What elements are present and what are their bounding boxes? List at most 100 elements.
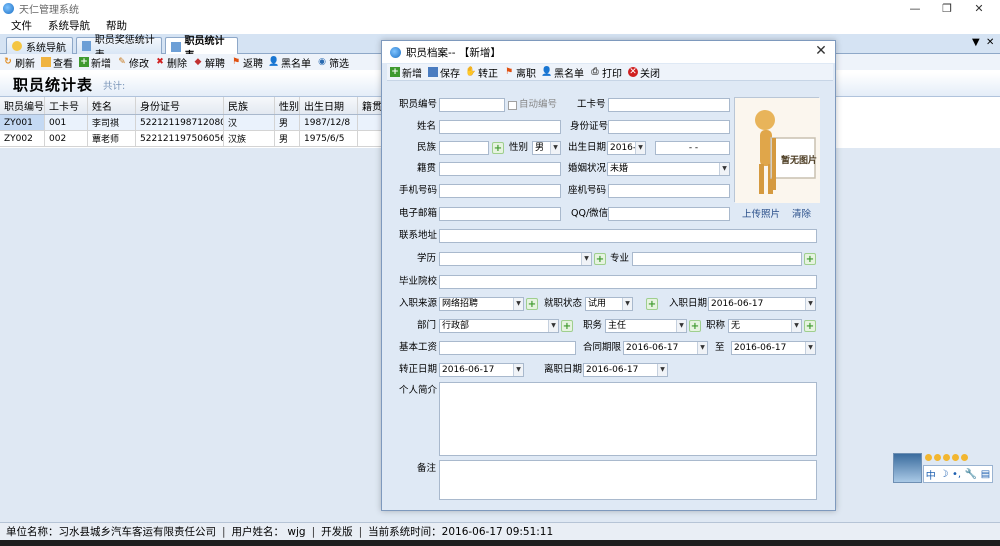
column-header[interactable]: 姓名 bbox=[88, 97, 136, 114]
photo-frame[interactable]: 暂无图片 bbox=[734, 97, 820, 203]
clear-photo-link[interactable]: 清除 bbox=[792, 206, 811, 220]
dialog-save-button[interactable]: 保存 bbox=[425, 64, 463, 80]
school-input[interactable] bbox=[439, 275, 817, 289]
dialog-add-button[interactable]: + 新增 bbox=[387, 64, 425, 80]
source-select[interactable]: 网络招聘 ▼ bbox=[439, 297, 524, 311]
profile-textarea[interactable] bbox=[439, 382, 817, 456]
grid-header: 职员编号 工卡号 姓名 身份证号 民族 性别 出生日期 籍贯 bbox=[0, 97, 382, 115]
restore-icon[interactable]: ❐ bbox=[932, 0, 962, 16]
tab-system-navigation[interactable]: 系统导航 bbox=[6, 37, 73, 54]
column-header[interactable]: 籍贯 bbox=[358, 97, 382, 114]
add-dept-icon[interactable]: + bbox=[561, 320, 573, 332]
education-select[interactable]: ▼ bbox=[439, 252, 592, 266]
edit-button[interactable]: ✎ 修改 bbox=[114, 54, 152, 70]
dialog-close-icon[interactable]: ✕ bbox=[813, 43, 829, 59]
label-auto-no: 自动编号 bbox=[519, 99, 558, 110]
ime-language[interactable]: 中 bbox=[926, 467, 936, 482]
tab-dropdown-icon[interactable]: ▼ bbox=[972, 37, 980, 48]
gender-select[interactable]: 男 ▼ bbox=[532, 141, 561, 155]
punctuation-icon[interactable]: •, bbox=[952, 469, 961, 480]
add-job-status-icon[interactable]: + bbox=[646, 298, 658, 310]
chevron-down-icon: ▼ bbox=[676, 320, 686, 332]
view-button[interactable]: 查看 bbox=[38, 54, 76, 70]
refresh-button[interactable]: ↻ 刷新 bbox=[0, 54, 38, 70]
menu-navigation[interactable]: 系统导航 bbox=[40, 18, 98, 33]
chevron-down-icon: ▼ bbox=[513, 298, 523, 310]
join-date-picker[interactable]: 2016-06-17 ▼ bbox=[708, 297, 816, 311]
column-header[interactable]: 出生日期 bbox=[300, 97, 358, 114]
mobile-input[interactable] bbox=[439, 184, 561, 198]
printer-icon: ⎙ bbox=[591, 67, 599, 77]
remark-textarea[interactable] bbox=[439, 460, 817, 500]
birth-date-picker[interactable]: 2016-0 ▼ bbox=[607, 141, 646, 155]
upload-photo-link[interactable]: 上传照片 bbox=[742, 206, 780, 220]
major-input[interactable] bbox=[632, 252, 802, 266]
table-cell: 男 bbox=[275, 115, 300, 130]
position-select[interactable]: 主任 ▼ bbox=[605, 319, 687, 333]
job-status-select[interactable]: 试用 ▼ bbox=[585, 297, 633, 311]
contract-from-picker[interactable]: 2016-06-17 ▼ bbox=[623, 341, 708, 355]
filter-button[interactable]: ◉ 筛选 bbox=[314, 54, 352, 70]
column-header[interactable]: 职员编号 bbox=[0, 97, 45, 114]
dept-select[interactable]: 行政部 ▼ bbox=[439, 319, 559, 333]
native-place-input[interactable] bbox=[439, 162, 561, 176]
nation-input[interactable] bbox=[439, 141, 489, 155]
id-no-input[interactable] bbox=[608, 120, 730, 134]
emp-no-input[interactable] bbox=[439, 98, 505, 112]
dialog-close-button[interactable]: ✕ 关闭 bbox=[625, 64, 663, 80]
tab-employee-report[interactable]: 职员统计表 bbox=[165, 36, 238, 62]
blacklist-button[interactable]: 👤 黑名单 bbox=[266, 54, 314, 70]
dismiss-button[interactable]: ◆ 解聘 bbox=[190, 54, 228, 70]
title-select[interactable]: 无 ▼ bbox=[728, 319, 802, 333]
minimize-icon[interactable]: — bbox=[900, 0, 930, 16]
menu-file[interactable]: 文件 bbox=[0, 18, 40, 33]
label-address: 联系地址 bbox=[399, 230, 438, 241]
ime-bar[interactable]: 中 ☽ •, 🔧 ▤ bbox=[923, 465, 993, 483]
regular-date-picker[interactable]: 2016-06-17 ▼ bbox=[439, 363, 524, 377]
table-cell: 李司祺 bbox=[88, 115, 136, 130]
column-header[interactable]: 民族 bbox=[224, 97, 275, 114]
column-header[interactable]: 身份证号 bbox=[136, 97, 224, 114]
add-source-icon[interactable]: + bbox=[526, 298, 538, 310]
keyboard-icon[interactable]: ▤ bbox=[981, 469, 990, 480]
card-no-input[interactable] bbox=[608, 98, 730, 112]
close-icon[interactable]: ✕ bbox=[964, 0, 994, 16]
tab-close-icon[interactable]: ✕ bbox=[986, 37, 994, 48]
avatar[interactable] bbox=[893, 453, 922, 483]
email-input[interactable] bbox=[439, 207, 561, 221]
moon-icon[interactable]: ☽ bbox=[939, 469, 948, 480]
auto-number-checkbox[interactable] bbox=[508, 101, 517, 110]
user-icon: 👤 bbox=[268, 57, 280, 67]
add-title-icon[interactable]: + bbox=[804, 320, 816, 332]
column-header[interactable]: 性别 bbox=[275, 97, 300, 114]
add-education-icon[interactable]: + bbox=[594, 253, 606, 265]
delete-button[interactable]: ✖ 删除 bbox=[152, 54, 190, 70]
dialog-blacklist-button[interactable]: 👤 黑名单 bbox=[539, 64, 587, 80]
dialog-print-button[interactable]: ⎙ 打印 bbox=[587, 64, 625, 80]
qq-input[interactable] bbox=[608, 207, 730, 221]
dialog-regularize-button[interactable]: ✋ 转正 bbox=[463, 64, 501, 80]
name-input[interactable] bbox=[439, 120, 561, 134]
column-header[interactable]: 工卡号 bbox=[45, 97, 88, 114]
table-row[interactable]: ZY001 001 李司祺 522121198712080852 汉 男 198… bbox=[0, 115, 382, 131]
phone-input[interactable] bbox=[608, 184, 730, 198]
user-icon: 👤 bbox=[541, 67, 553, 77]
salary-input[interactable] bbox=[439, 341, 576, 355]
tab-rewards-report[interactable]: 职员奖惩统计表 bbox=[76, 35, 162, 61]
wrench-icon[interactable]: 🔧 bbox=[965, 469, 977, 480]
address-input[interactable] bbox=[439, 229, 817, 243]
leave-date-picker[interactable]: 2016-06-17 ▼ bbox=[583, 363, 668, 377]
rehire-button[interactable]: ⚑ 返聘 bbox=[228, 54, 266, 70]
birth-time-input[interactable]: - - bbox=[655, 141, 730, 155]
table-row[interactable]: ZY002 002 蕈老师 522121197506056350 汉族 男 19… bbox=[0, 131, 382, 147]
add-position-icon[interactable]: + bbox=[689, 320, 701, 332]
add-nation-icon[interactable]: + bbox=[492, 142, 504, 154]
contract-to-picker[interactable]: 2016-06-17 ▼ bbox=[731, 341, 816, 355]
dialog-resign-button[interactable]: ⚑ 离职 bbox=[501, 64, 539, 80]
label-education: 学历 bbox=[417, 253, 437, 264]
add-button[interactable]: + 新增 bbox=[76, 54, 114, 70]
label-card-no: 工卡号 bbox=[577, 99, 606, 110]
add-major-icon[interactable]: + bbox=[804, 253, 816, 265]
app-logo-icon bbox=[3, 2, 14, 14]
marital-select[interactable]: 未婚 ▼ bbox=[607, 162, 730, 176]
